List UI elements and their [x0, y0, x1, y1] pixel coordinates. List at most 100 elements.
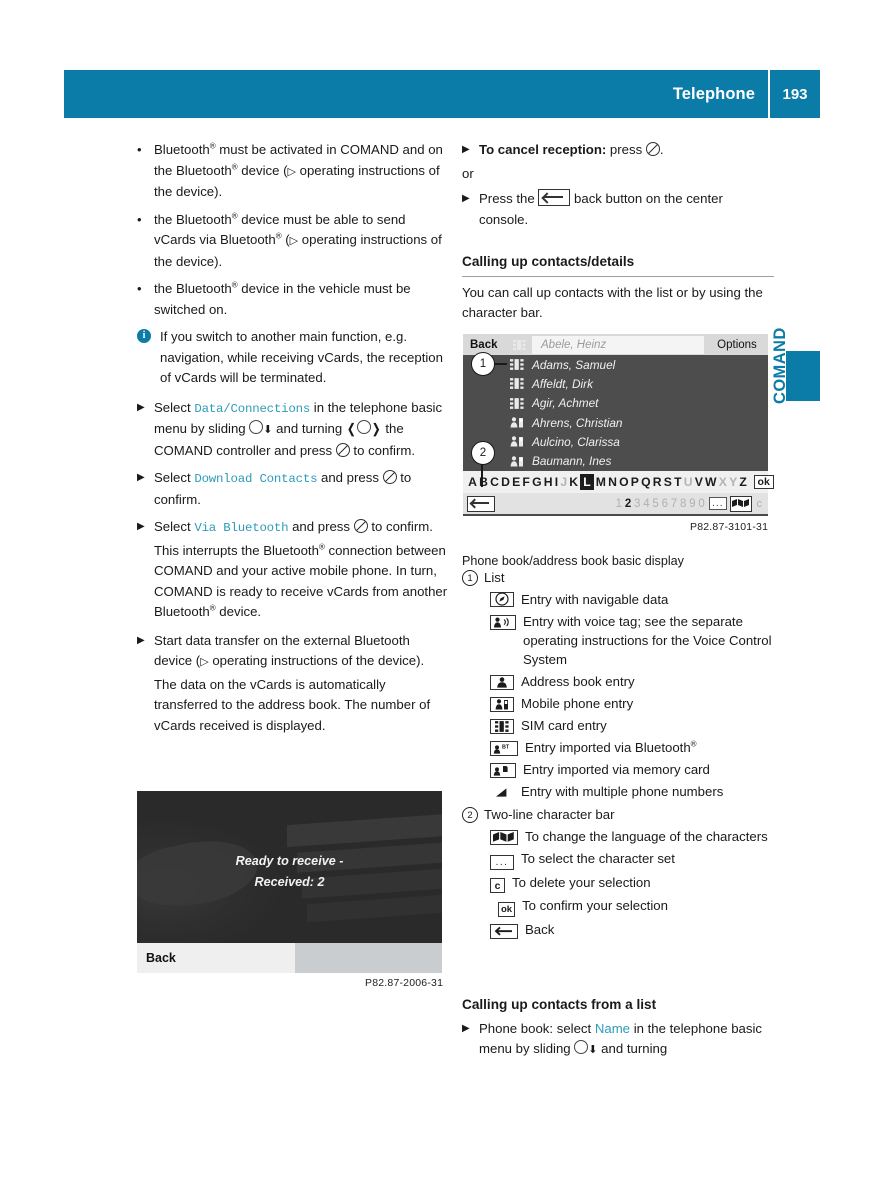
character-key[interactable]: W — [704, 475, 718, 489]
page-number: 193 — [782, 85, 808, 103]
menu-label: Download Contacts — [194, 472, 318, 486]
address-book-entry-icon — [490, 675, 514, 690]
character-key[interactable]: U — [683, 475, 694, 489]
character-key[interactable]: B — [478, 475, 489, 489]
digit-key[interactable]: 1 — [614, 498, 623, 510]
contact-name: Ahrens, Christian — [532, 415, 623, 430]
character-key[interactable]: Z — [738, 475, 748, 489]
legend-item-text: Entry with voice tag; see the separate o… — [523, 614, 772, 667]
step-lead: To cancel reception: — [479, 142, 607, 157]
manual-page: Telephone 193 COMAND • Bluetooth® must b… — [0, 0, 884, 1200]
legend-item: Address book entry — [490, 672, 777, 691]
character-key[interactable]: Y — [728, 475, 738, 489]
digit-key[interactable]: 2 — [623, 498, 632, 510]
character-key[interactable]: H — [543, 475, 554, 489]
digit-key[interactable]: 8 — [679, 498, 688, 510]
digit-key[interactable]: 7 — [669, 498, 678, 510]
bluetooth-import-icon: BT — [490, 741, 518, 756]
digit-key[interactable]: 5 — [651, 498, 660, 510]
callout-1-leader — [493, 363, 507, 365]
arrow-bullet-icon: ▶ — [462, 1022, 470, 1034]
list-item[interactable]: Agir, Achmet — [463, 394, 768, 413]
character-set-icon[interactable]: ... — [709, 497, 727, 510]
character-key[interactable]: D — [500, 475, 511, 489]
legend-icon-wrap — [490, 827, 518, 845]
legend-item-text: Entry with multiple phone numbers — [521, 784, 724, 799]
character-key[interactable]: F — [521, 475, 531, 489]
legend-icon-wrap — [490, 716, 514, 734]
character-bar-letters[interactable]: ABCDEFGHIJKLMNOPQRSTUVWXYZ ok — [463, 471, 774, 493]
clear-icon[interactable]: c — [757, 498, 763, 510]
list-item[interactable]: Ahrens, Christian — [463, 413, 768, 432]
character-key[interactable]: E — [511, 475, 521, 489]
legend-icon-wrap — [490, 694, 514, 712]
contact-name: Adams, Samuel — [532, 357, 616, 372]
section-heading: Calling up contacts/details — [462, 252, 774, 277]
info-note: i If you switch to another main function… — [137, 327, 449, 389]
list-item[interactable]: Baumann, Ines — [463, 451, 768, 470]
arrow-bullet-icon: ▶ — [137, 521, 145, 532]
info-icon: i — [137, 329, 151, 343]
character-set-icon: ... — [490, 854, 514, 870]
legend-item: c To delete your selection — [490, 873, 777, 893]
language-flag-icon[interactable] — [729, 495, 752, 512]
character-key[interactable]: L — [580, 474, 594, 490]
character-key[interactable]: S — [663, 475, 673, 489]
legend-item-text: Entry imported via Bluetooth® — [525, 739, 697, 755]
arrow-bullet-icon: ▶ — [137, 634, 145, 646]
digit-key[interactable]: 0 — [697, 498, 706, 510]
legend-group-2: 2 Two-line character bar — [462, 806, 777, 824]
back-icon[interactable] — [467, 495, 495, 512]
digit-key[interactable]: 9 — [688, 498, 697, 510]
legend-item-text: To confirm your selection — [522, 898, 668, 913]
character-key[interactable]: P — [630, 475, 640, 489]
back-button[interactable]: Back — [137, 943, 295, 973]
character-key[interactable]: N — [607, 475, 618, 489]
contact-list[interactable]: Adams, Samuel Affeldt, Dirk Agir, Achmet Ah… — [463, 355, 768, 471]
digit-key[interactable]: 4 — [642, 498, 651, 510]
legend-1-items: Entry with navigable data Entry with voic… — [490, 590, 777, 801]
memory-card-import-icon — [490, 763, 516, 778]
list-item[interactable]: Aulcino, Clarissa — [463, 432, 768, 451]
character-key[interactable]: O — [618, 475, 630, 489]
section-intro: You can call up contacts with the list o… — [462, 284, 763, 321]
step-text: To cancel reception: press . — [479, 142, 664, 157]
character-key[interactable]: V — [694, 475, 704, 489]
ok-icon: ok — [498, 902, 516, 917]
legend-icon-wrap — [490, 590, 514, 608]
character-bar-numbers[interactable]: 1234567890 ... c — [463, 493, 768, 514]
instruction-step: ▶ To cancel reception: press . — [462, 140, 774, 161]
list-item[interactable]: Adams, Samuel — [463, 355, 768, 374]
arrow-bullet-icon: ▶ — [462, 193, 470, 204]
character-key[interactable]: T — [673, 475, 683, 489]
options-button[interactable]: Options — [706, 339, 768, 351]
step-text: Press the back button on the center cons… — [479, 189, 723, 227]
sim-card-icon — [506, 339, 532, 350]
legend-icon-wrap — [490, 672, 514, 690]
legend-item: BT Entry imported via Bluetooth® — [490, 738, 777, 757]
character-key[interactable]: K — [568, 475, 579, 489]
character-key[interactable]: X — [718, 475, 728, 489]
character-key[interactable]: R — [652, 475, 663, 489]
back-button[interactable]: Back — [463, 339, 506, 351]
digit-group[interactable]: 1234567890 — [614, 498, 706, 510]
section-heading: Calling up contacts from a list — [462, 997, 657, 1012]
digit-key[interactable]: 3 — [633, 498, 642, 510]
character-key[interactable]: A — [467, 475, 478, 489]
legend-item-text: Address book entry — [521, 674, 635, 689]
legend-icon-wrap — [490, 760, 516, 778]
ok-button[interactable]: ok — [753, 475, 774, 489]
instruction-step: ▶ Phone book: select Name in the telepho… — [462, 1019, 777, 1061]
character-key[interactable]: Q — [640, 475, 652, 489]
character-key[interactable]: J — [559, 475, 568, 489]
character-key[interactable]: M — [595, 475, 607, 489]
sim-card-icon — [463, 397, 532, 409]
digit-key[interactable]: 6 — [660, 498, 669, 510]
legend-item: Back — [490, 920, 777, 939]
character-key[interactable]: G — [531, 475, 543, 489]
step-body-text: The data on the vCards is automatically … — [154, 676, 431, 733]
search-field[interactable]: Abele, Heinz — [532, 335, 704, 354]
character-key[interactable]: C — [489, 475, 500, 489]
comand-tab-label: COMAND — [771, 327, 789, 404]
list-item[interactable]: Affeldt, Dirk — [463, 374, 768, 393]
